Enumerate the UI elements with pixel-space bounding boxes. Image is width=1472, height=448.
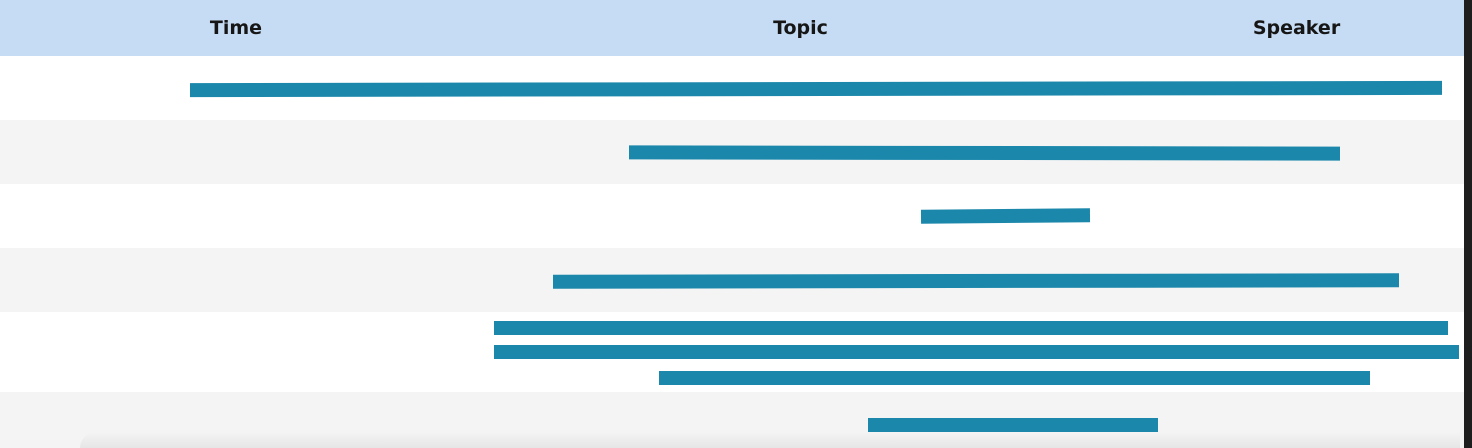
redaction-bar (494, 321, 1448, 335)
redaction-bar (868, 418, 1158, 432)
column-header-speaker: Speaker (1129, 0, 1464, 56)
time-cell (0, 248, 472, 312)
redaction-bar (628, 145, 1341, 161)
redaction-bar (552, 273, 1400, 289)
time-cell (0, 184, 472, 248)
redaction-bar (494, 345, 1459, 359)
table-header-row: Time Topic Speaker (0, 0, 1464, 56)
time-cell (0, 120, 472, 184)
time-cell (0, 392, 472, 448)
redaction-bar (920, 208, 1091, 224)
table-row (0, 392, 1464, 448)
redaction-bar (659, 371, 1370, 385)
time-cell (0, 312, 472, 392)
speaker-cell (1129, 392, 1464, 448)
redaction-bar (189, 80, 1443, 98)
table-row (0, 184, 1464, 248)
column-header-time: Time (0, 0, 472, 56)
agenda-panel: Time Topic Speaker (0, 0, 1472, 448)
window-edge (1464, 0, 1472, 448)
column-header-topic: Topic (472, 0, 1129, 56)
speaker-cell (1129, 184, 1464, 248)
